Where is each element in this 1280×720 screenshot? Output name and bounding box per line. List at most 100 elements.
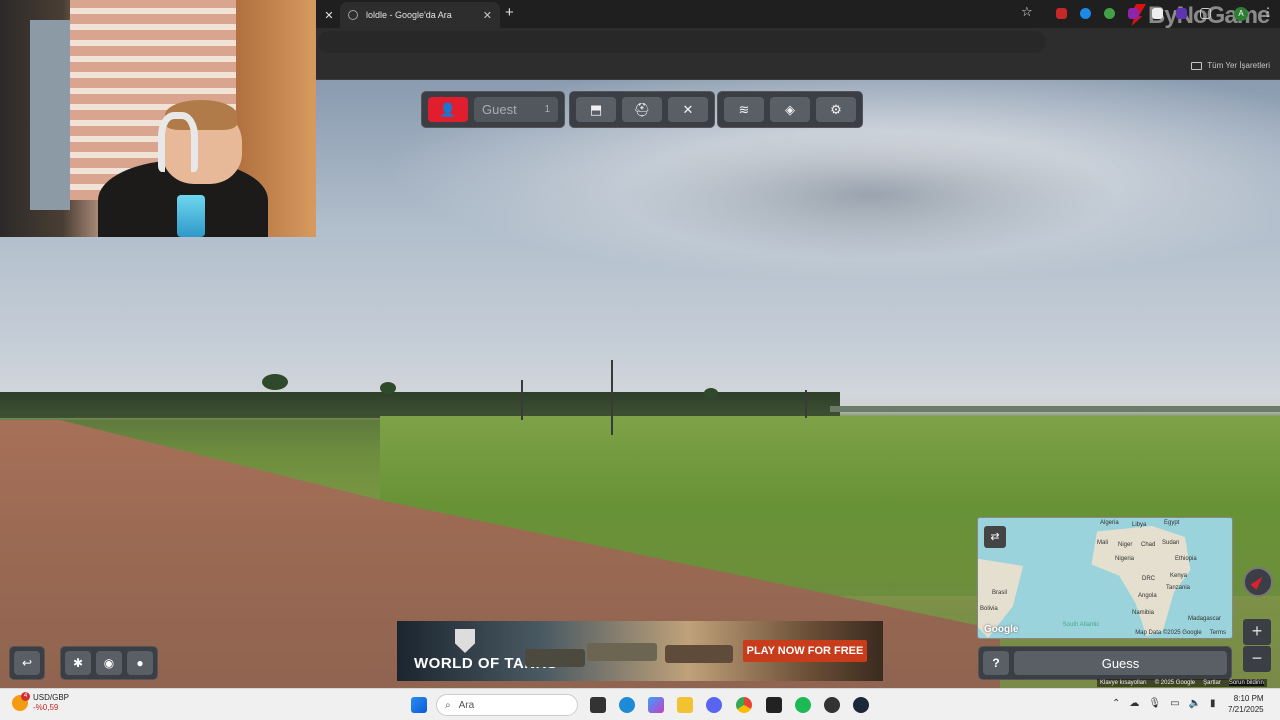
extensions-puzzle-icon[interactable] xyxy=(1200,8,1211,19)
obs-app-icon[interactable] xyxy=(766,697,782,713)
extension-icon[interactable] xyxy=(1080,8,1091,19)
new-tab-button[interactable]: + xyxy=(505,4,514,21)
guess-button[interactable]: Guess xyxy=(1014,651,1227,675)
play-now-button[interactable]: PLAY NOW FOR FREE xyxy=(743,640,867,662)
extension-icon[interactable] xyxy=(1152,8,1163,19)
close-icon[interactable]: ✕ xyxy=(483,9,492,22)
discord-taskbar-icon[interactable] xyxy=(706,697,722,713)
map-label: Namibia xyxy=(1132,610,1155,616)
extension-icon[interactable] xyxy=(1176,8,1187,19)
party-icon[interactable]: ⛑ xyxy=(622,97,662,122)
cloud-icon[interactable]: ☁ xyxy=(1129,698,1139,709)
player-toolbar: 👤 Guest 1 xyxy=(421,91,565,128)
microphone xyxy=(177,195,205,237)
clock-date: 7/21/2025 xyxy=(1228,705,1264,714)
map-label: Brasil xyxy=(992,590,1008,596)
stack-icon[interactable]: ◈ xyxy=(770,97,810,122)
search-icon: ⌕ xyxy=(445,699,451,711)
map-label: Angola xyxy=(1138,593,1157,599)
zoom-in-button[interactable]: + xyxy=(1243,619,1271,645)
taskbar-search[interactable]: ⌕ Ara xyxy=(436,694,578,716)
terms-link[interactable]: Şartlar xyxy=(1203,680,1221,686)
utility-pole xyxy=(805,390,807,418)
world-of-tanks-ad[interactable]: WORLD OF TANKS PLAY NOW FOR FREE xyxy=(397,621,883,681)
guess-minimap[interactable]: ⇄ Algeria Libya Egypt Mali Niger Chad Su… xyxy=(977,517,1233,639)
report-problem-link[interactable]: Sorun bildirin xyxy=(1228,680,1264,686)
clock[interactable]: 8:10 PM 7/21/2025 xyxy=(1228,693,1264,715)
guess-bar: ? Guess xyxy=(978,646,1232,680)
palm-tree xyxy=(262,374,288,390)
microphone-icon[interactable]: 🎙 xyxy=(1148,698,1161,709)
edge-icon[interactable] xyxy=(619,697,635,713)
chevron-up-icon[interactable]: ⌃ xyxy=(1112,698,1120,709)
stock-icon: 4 xyxy=(12,692,30,711)
network-icon[interactable]: ▭ xyxy=(1170,698,1179,709)
extension-icon[interactable] xyxy=(1056,8,1067,19)
address-bar[interactable] xyxy=(318,31,1046,53)
map-label: Nigeria xyxy=(1115,556,1135,562)
distant-horizon xyxy=(830,406,1280,412)
palm-tree xyxy=(704,388,718,398)
bug-report-icon[interactable]: ✱ xyxy=(65,651,91,675)
task-view-icon[interactable] xyxy=(590,697,606,713)
palm-tree xyxy=(380,382,396,394)
reddit-icon[interactable]: ● xyxy=(127,651,153,675)
ticker-text: USD/GBP -%0,59 xyxy=(33,693,69,713)
gear-icon[interactable]: ⚙ xyxy=(816,97,856,122)
map-attribution: Map Data ©2025 Google Terms xyxy=(1135,630,1226,636)
file-explorer-icon[interactable] xyxy=(677,697,693,713)
address-bar-row xyxy=(316,28,1280,56)
map-label: DRC xyxy=(1142,576,1155,582)
search-placeholder: Ara xyxy=(458,699,475,711)
compass-icon[interactable] xyxy=(1243,567,1273,597)
tab-close-icon[interactable]: ✕ xyxy=(318,2,340,28)
tab-active[interactable]: loldle - Google'da Ara ✕ xyxy=(340,2,500,28)
layers-icon[interactable]: ≋ xyxy=(724,97,764,122)
map-label: Niger xyxy=(1118,542,1133,548)
bookmark-star-icon[interactable]: ☆ xyxy=(1021,4,1033,20)
windows-start-icon[interactable] xyxy=(411,697,427,713)
map-label: Madagascar xyxy=(1188,616,1222,622)
map-settings-icon[interactable]: ⇄ xyxy=(984,526,1006,548)
bookmarks-label: Tüm Yer İşaretleri xyxy=(1207,61,1270,70)
chrome-icon[interactable] xyxy=(736,697,752,713)
ticker-change: -%0,59 xyxy=(33,703,59,712)
user-icon[interactable]: 👤 xyxy=(428,97,468,122)
headphones xyxy=(158,112,198,172)
clock-time: 8:10 PM xyxy=(1233,694,1264,703)
podium-icon[interactable]: ⬒ xyxy=(576,97,616,122)
battery-icon[interactable]: ▮ xyxy=(1210,698,1216,709)
copilot-icon[interactable] xyxy=(648,697,664,713)
return-icon[interactable]: ↩ xyxy=(14,651,40,675)
map-label: South Atlantic xyxy=(1062,622,1100,628)
screen: ✕ loldle - Google'da Ara ✕ + ByNoGame ☆ … xyxy=(0,0,1280,720)
obs-studio-icon[interactable] xyxy=(824,697,840,713)
discord-icon[interactable]: ◉ xyxy=(96,651,122,675)
help-button[interactable]: ? xyxy=(983,651,1009,675)
map-label: Ethiopia xyxy=(1175,556,1197,562)
crossed-swords-icon[interactable]: ✕ xyxy=(668,97,708,122)
guest-name-field[interactable]: Guest 1 xyxy=(474,97,558,122)
steam-icon[interactable] xyxy=(853,697,869,713)
map-label: Sudan xyxy=(1162,540,1180,546)
notification-badge: 4 xyxy=(21,692,30,701)
menu-kebab-icon[interactable]: ⋮ xyxy=(1262,5,1274,19)
profile-avatar[interactable]: A xyxy=(1234,7,1248,21)
ticker-widget[interactable]: 4 USD/GBP -%0,59 xyxy=(12,692,69,713)
utility-pole xyxy=(521,380,523,420)
keyboard-shortcuts-link[interactable]: Klavye kısayolları xyxy=(1100,680,1147,686)
spotify-icon[interactable] xyxy=(795,697,811,713)
extension-icon[interactable] xyxy=(1128,8,1139,19)
tank-image xyxy=(665,645,733,663)
bookmarks-bar: Tüm Yer İşaretleri xyxy=(316,56,1280,80)
map-label: Algeria xyxy=(1100,520,1119,526)
volume-icon[interactable]: 🔈 xyxy=(1189,698,1201,709)
wot-shield-logo-icon xyxy=(455,629,475,653)
settings-toolbar: ≋ ◈ ⚙ xyxy=(717,91,863,128)
all-bookmarks-button[interactable]: Tüm Yer İşaretleri xyxy=(1191,61,1270,70)
extension-icon[interactable] xyxy=(1104,8,1115,19)
player-count: 1 xyxy=(544,104,550,115)
terms-link[interactable]: Terms xyxy=(1210,630,1226,636)
system-tray: ⌃ ☁ 🎙 ▭ 🔈 ▮ xyxy=(1112,698,1216,709)
zoom-out-button[interactable]: − xyxy=(1243,646,1271,672)
